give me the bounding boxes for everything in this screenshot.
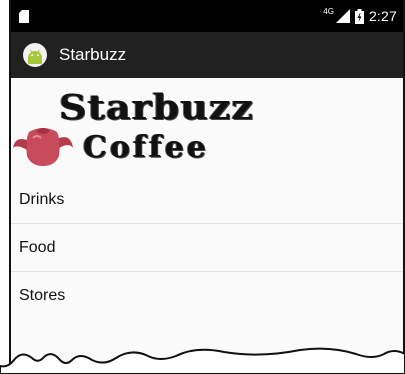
signal-icon bbox=[335, 9, 350, 23]
content-area: Starbuzz Coffee Drinks Food Stores bbox=[11, 78, 403, 374]
status-right: 4G 2:27 bbox=[323, 6, 397, 25]
logo-text-starbuzz: Starbuzz bbox=[59, 85, 254, 128]
screenshot-stage: 4G 2:27 Starbuzz Starbuzz Coffee Drinks … bbox=[0, 0, 405, 374]
app-title: Starbuzz bbox=[59, 45, 127, 64]
phone-screen: 4G 2:27 Starbuzz Starbuzz Coffee Drinks … bbox=[9, 0, 405, 374]
status-left bbox=[19, 9, 29, 23]
list-item-food[interactable]: Food bbox=[11, 224, 403, 272]
list-item-stores[interactable]: Stores bbox=[11, 272, 403, 320]
network-type-label: 4G bbox=[323, 6, 334, 16]
torn-edge-decoration bbox=[0, 347, 405, 374]
app-bar: Starbuzz bbox=[11, 32, 403, 78]
status-bar: 4G 2:27 bbox=[11, 0, 403, 32]
logo-text-coffee: Coffee bbox=[83, 130, 209, 165]
menu-list: Drinks Food Stores bbox=[11, 176, 403, 320]
teapot-icon bbox=[13, 128, 73, 166]
android-icon[interactable] bbox=[23, 43, 47, 67]
clock-time: 2:27 bbox=[368, 8, 397, 24]
starbuzz-logo: Starbuzz Coffee bbox=[11, 78, 403, 176]
list-item-drinks[interactable]: Drinks bbox=[11, 176, 403, 224]
battery-icon bbox=[354, 8, 364, 24]
sim-icon bbox=[19, 9, 29, 23]
